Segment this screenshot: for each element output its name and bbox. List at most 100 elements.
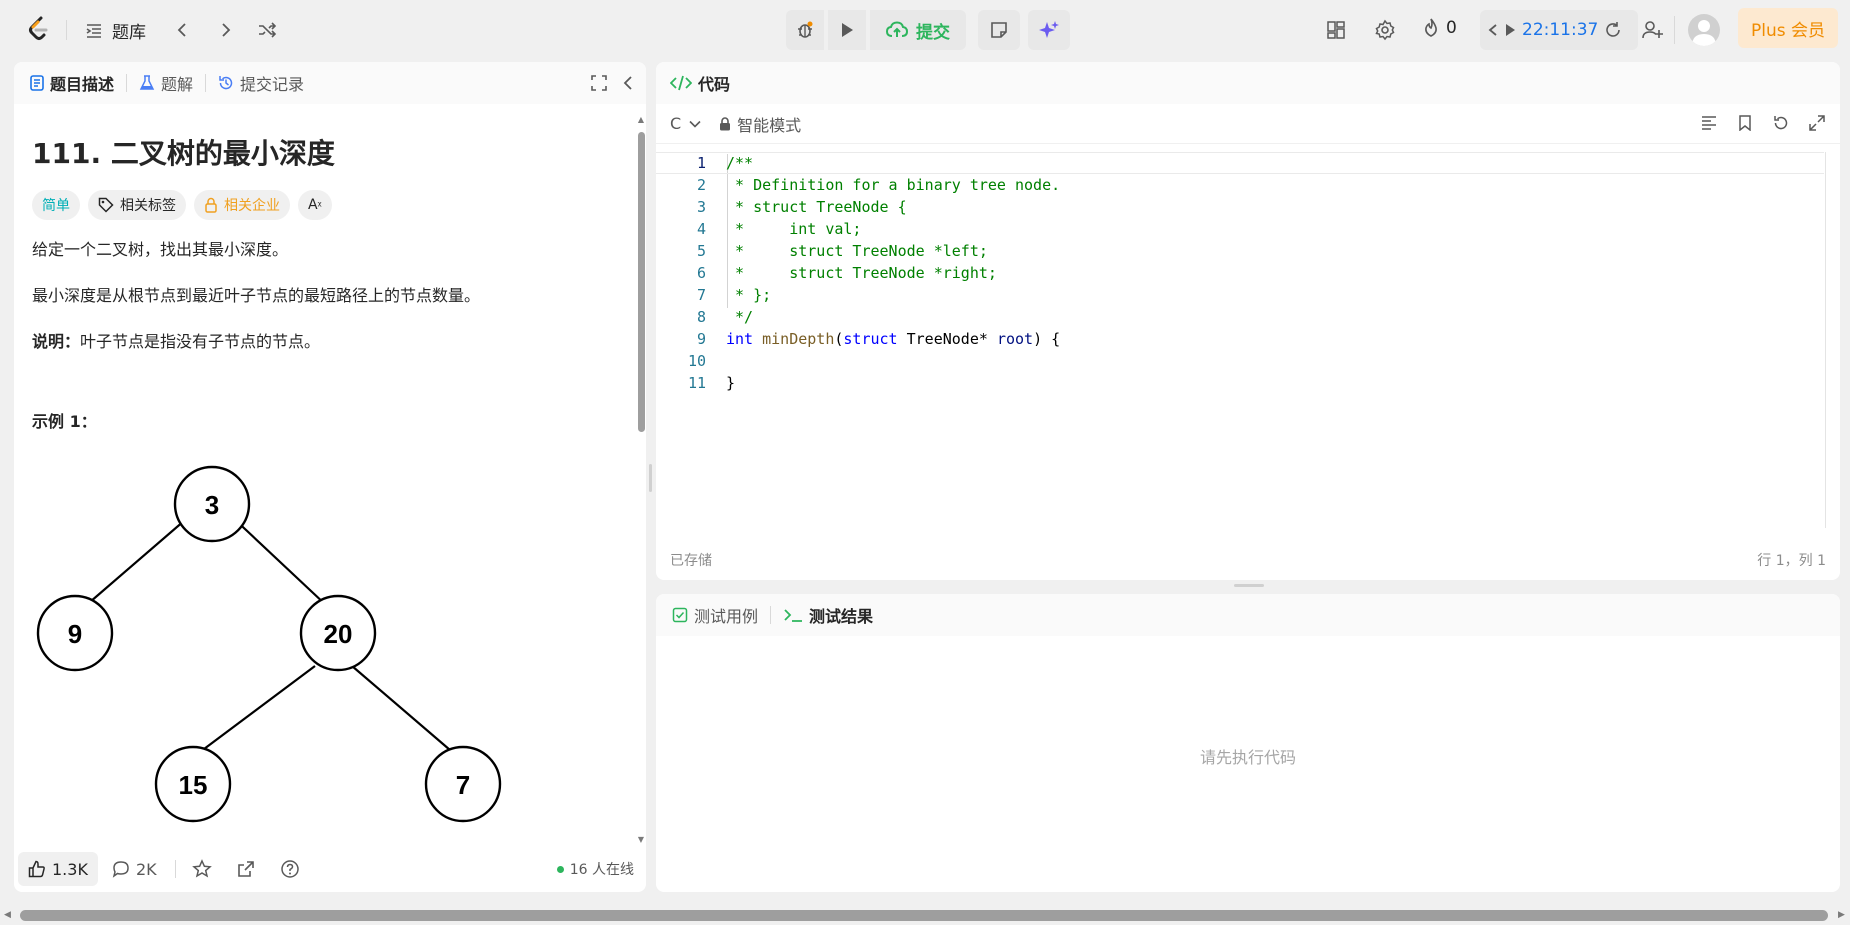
format-code-button[interactable] (1696, 110, 1722, 136)
invite-button[interactable] (1636, 13, 1670, 47)
next-problem-button[interactable] (208, 13, 242, 47)
code-line: 10 (656, 350, 1824, 372)
terminal-icon (784, 609, 803, 622)
like-button[interactable]: 1.3K (18, 852, 98, 886)
tree-node-label: 3 (205, 490, 219, 520)
cloud-upload-icon (886, 21, 908, 37)
line-number: 4 (696, 220, 706, 238)
comment-count: 2K (135, 859, 157, 879)
scroll-thumb[interactable] (638, 132, 645, 432)
code-panel: 代码 C 智能模式 1 /** 2 * Definition for a bin… (656, 62, 1840, 580)
code-line: 11 } (656, 372, 1824, 394)
page-horizontal-scrollbar[interactable]: ◀ ▶ (0, 906, 1850, 925)
line-number: 6 (696, 264, 706, 282)
test-tabs: 测试用例 测试结果 (656, 594, 1840, 636)
code-text: * int val; (726, 220, 862, 238)
tab-test-cases[interactable]: 测试用例 (672, 603, 758, 627)
tab-test-cases-label: 测试用例 (694, 607, 759, 626)
timer-widget: 22:11:37 (1480, 10, 1638, 50)
comments-button[interactable]: 2K (112, 860, 157, 879)
divider (66, 20, 67, 40)
tab-description[interactable]: 题目描述 (30, 71, 114, 95)
run-button[interactable] (828, 10, 866, 50)
code-text: int minDepth(struct TreeNode* root) { (726, 330, 1061, 348)
line-number: 10 (687, 352, 706, 370)
code-line: 3 * struct TreeNode { (656, 196, 1824, 218)
timer-play-button[interactable] (1504, 23, 1516, 37)
line-number: 2 (696, 176, 706, 194)
scroll-thumb[interactable] (20, 910, 1828, 921)
tree-edge (228, 513, 328, 607)
code-text: */ (726, 308, 754, 326)
submit-button[interactable]: 提交 (870, 10, 966, 50)
chevron-left-icon (177, 23, 186, 37)
tree-node-label: 9 (68, 619, 82, 649)
related-companies-button[interactable]: 相关企业 (194, 190, 290, 220)
debug-button[interactable] (786, 10, 824, 50)
note-text: 叶子节点是指没有子节点的节点。 (80, 332, 321, 351)
timer-reset-button[interactable] (1604, 21, 1622, 39)
tab-submissions-label: 提交记录 (240, 75, 305, 94)
document-icon (30, 75, 44, 91)
timer-collapse-button[interactable] (1488, 23, 1498, 37)
avatar[interactable] (1688, 14, 1720, 46)
line-number: 9 (696, 330, 706, 348)
history-icon (219, 76, 233, 90)
tab-test-result[interactable]: 测试结果 (783, 603, 873, 627)
code-editor[interactable]: 1 /** 2 * Definition for a binary tree n… (656, 152, 1840, 532)
random-problem-button[interactable] (250, 13, 284, 47)
smart-mode-toggle[interactable]: 智能模式 (719, 112, 801, 136)
code-line: 1 /** (656, 152, 1824, 174)
problem-tags: 简单 相关标签 相关企业 Aᵡ (32, 190, 616, 220)
collapse-panel-button[interactable] (620, 74, 636, 92)
ai-assistant-button[interactable] (1028, 10, 1070, 50)
layout-button[interactable] (1319, 13, 1353, 47)
tab-solutions[interactable]: 题解 (139, 71, 193, 95)
bookmark-button[interactable] (1732, 110, 1758, 136)
prev-problem-button[interactable] (166, 13, 200, 47)
plus-membership-button[interactable]: Plus 会员 (1738, 8, 1838, 48)
notes-button[interactable] (978, 10, 1020, 50)
tab-submissions[interactable]: 提交记录 (218, 71, 304, 95)
reset-code-button[interactable] (1768, 110, 1794, 136)
help-button[interactable] (280, 859, 300, 879)
chevron-down-icon (689, 120, 701, 128)
code-line: 4 * int val; (656, 218, 1824, 240)
share-button[interactable] (236, 859, 256, 879)
fullscreen-button[interactable] (590, 74, 608, 92)
code-text: } (726, 374, 736, 392)
chevron-left-icon (1488, 24, 1497, 36)
leetcode-logo-icon[interactable] (24, 14, 54, 44)
favorite-button[interactable] (191, 859, 212, 879)
scroll-right-arrow-icon[interactable]: ▶ (1838, 910, 1845, 920)
scroll-up-arrow-icon[interactable]: ▲ (636, 114, 646, 124)
settings-button[interactable] (1368, 13, 1402, 47)
scroll-left-arrow-icon[interactable]: ◀ (4, 910, 11, 920)
related-tags-button[interactable]: 相关标签 (88, 190, 186, 220)
language-select[interactable]: C (670, 114, 701, 133)
problem-bank-button[interactable]: 题库 (84, 18, 146, 43)
streak-counter[interactable]: 0 (1422, 18, 1457, 38)
divider (174, 860, 176, 878)
translate-button[interactable]: Aᵡ (298, 190, 332, 220)
problem-scrollbar[interactable]: ▲ ▼ (636, 114, 646, 844)
problem-note: 说明：叶子节点是指没有子节点的节点。 (32, 328, 616, 356)
editor-scrollbar[interactable] (1825, 152, 1826, 528)
vertical-resize-handle[interactable] (649, 464, 652, 492)
tree-node-label: 20 (324, 619, 353, 649)
code-panel-header: 代码 (656, 62, 1840, 104)
user-add-icon (1642, 21, 1663, 39)
checkbox-icon (672, 607, 688, 623)
streak-count: 0 (1446, 18, 1457, 38)
difficulty-badge[interactable]: 简单 (32, 190, 80, 220)
code-line: 5 * struct TreeNode *left; (656, 240, 1824, 262)
line-number: 1 (696, 154, 706, 172)
cursor-position: 行 1，列 1 (1757, 553, 1826, 569)
horizontal-resize-handle[interactable] (1234, 584, 1264, 587)
scroll-down-arrow-icon[interactable]: ▼ (636, 834, 646, 844)
expand-editor-button[interactable] (1804, 110, 1830, 136)
line-number: 11 (687, 374, 706, 392)
run-submit-group: 提交 (786, 10, 1070, 50)
code-footer: 已存储 行 1，列 1 (656, 540, 1840, 580)
chevron-right-icon (222, 23, 231, 37)
